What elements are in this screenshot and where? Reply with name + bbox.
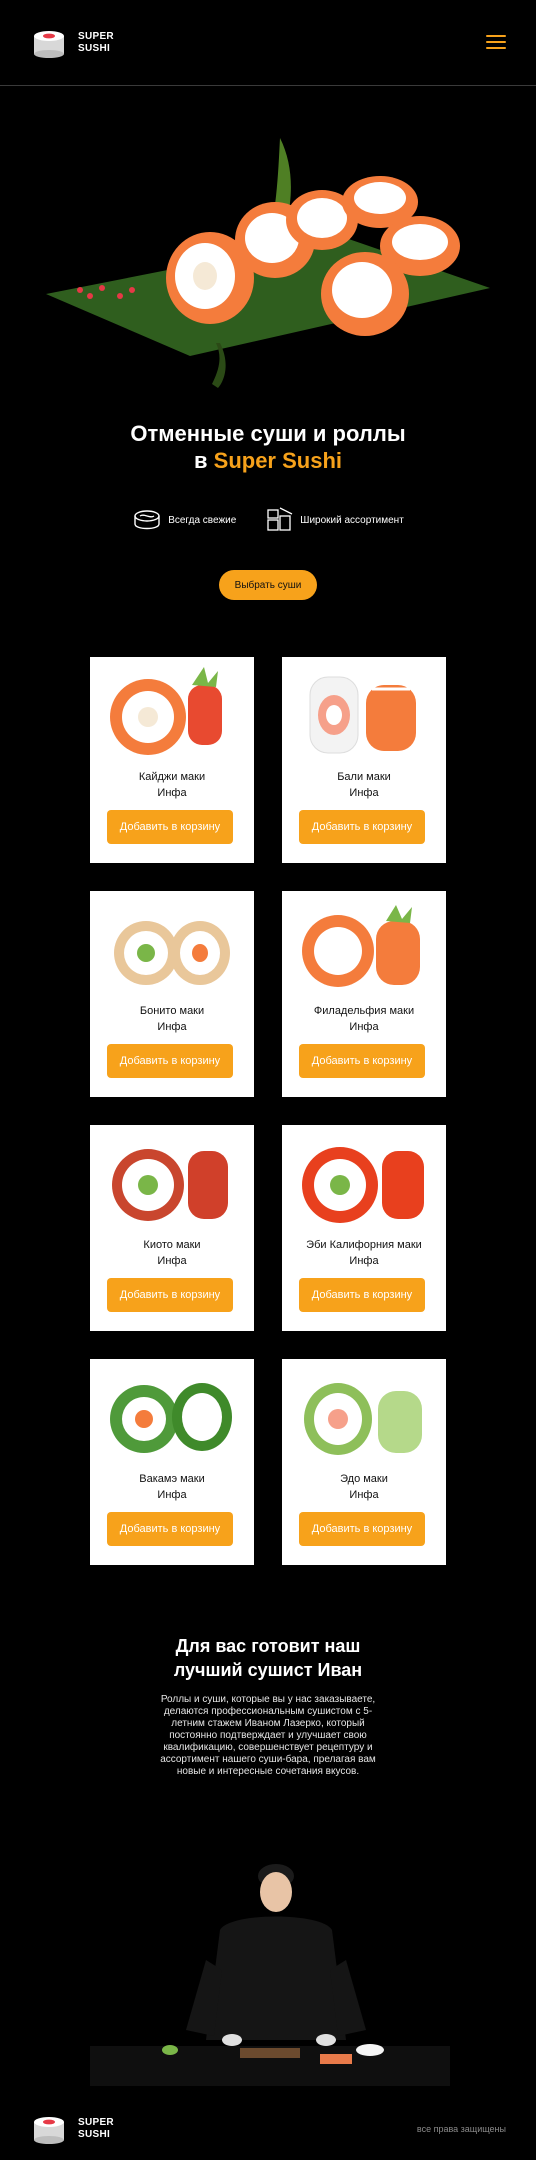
product-info: Инфа [157, 1021, 187, 1033]
footer-logo[interactable]: SUPER SUSHI [30, 2114, 114, 2144]
product-name: Филадельфия маки [313, 1005, 415, 1017]
feature-assortment: Широкий ассортимент [264, 506, 404, 534]
hero-title-line-1: Отменные суши и роллы [130, 421, 406, 446]
sushi-logo-icon [34, 31, 64, 58]
footer-logo-line-2: SUSHI [78, 2129, 111, 2140]
product-card-philadelphia: Филадельфия маки Инфа Добавить в корзину [282, 891, 446, 1097]
chef-title-line-2: лучший сушист Иван [173, 1660, 363, 1680]
hero-title-accent: Super Sushi [213, 448, 342, 473]
hero-title: Отменные суши и роллы в Super Sushi [0, 420, 536, 474]
add-to-cart-button[interactable]: Добавить в корзину [107, 810, 233, 844]
feature-fresh-label: Всегда свежие [168, 514, 237, 526]
product-info: Инфа [157, 787, 187, 799]
edo-maki-image [304, 1383, 422, 1455]
site-header: SUPER SUSHI [0, 0, 536, 86]
add-to-cart-button[interactable]: Добавить в корзину [299, 810, 425, 844]
add-to-cart-button[interactable]: Добавить в корзину [299, 1278, 425, 1312]
product-info: Инфа [349, 1255, 379, 1267]
logo[interactable]: SUPER SUSHI [30, 28, 114, 58]
product-card-bali: Бали маки Инфа Добавить в корзину [282, 657, 446, 863]
product-card-edo: Эдо маки Инфа Добавить в корзину [282, 1359, 446, 1565]
kyoto-maki-image [112, 1149, 228, 1221]
chef-description: Роллы и суши, которые вы у нас заказывае… [160, 1694, 376, 1777]
logo-line-2: SUSHI [78, 43, 111, 54]
product-name: Эдо маки [340, 1473, 388, 1485]
ebi-california-maki-image [302, 1147, 424, 1223]
sushi-logo-icon [34, 2117, 64, 2144]
philadelphia-maki-image [302, 905, 420, 987]
chef-photo [90, 1864, 450, 2086]
roll-icon [134, 510, 160, 530]
footer-logo-line-1: SUPER [78, 2117, 114, 2128]
choose-sushi-button[interactable]: Выбрать суши [219, 570, 317, 600]
product-name: Бали маки [337, 771, 391, 783]
product-name: Киото маки [143, 1239, 201, 1251]
features-list: Всегда свежие Широкий ассортимент [0, 506, 536, 534]
logo-text: SUPER SUSHI [78, 31, 114, 55]
product-card-kaiji: Кайджи маки Инфа Добавить в корзину [90, 657, 254, 863]
product-card-bonito: Бонито маки Инфа Добавить в корзину [90, 891, 254, 1097]
add-to-cart-button[interactable]: Добавить в корзину [299, 1044, 425, 1078]
bonito-maki-image [114, 921, 230, 985]
chef-section-title: Для вас готовит наш лучший сушист Иван [0, 1634, 536, 1682]
product-info: Инфа [349, 787, 379, 799]
chef-title-line-1: Для вас готовит наш [175, 1636, 361, 1656]
copyright-text: все права защищены [416, 2124, 506, 2134]
footer-logo-text: SUPER SUSHI [78, 2117, 114, 2141]
product-info: Инфа [349, 1489, 379, 1501]
bali-maki-image [309, 676, 416, 754]
add-to-cart-button[interactable]: Добавить в корзину [299, 1512, 425, 1546]
hero-sushi-image [46, 138, 490, 388]
add-to-cart-button[interactable]: Добавить в корзину [107, 1278, 233, 1312]
logo-line-1: SUPER [78, 31, 114, 42]
product-name: Кайджи маки [138, 771, 206, 783]
product-name: Вакамэ маки [139, 1473, 205, 1485]
kaiji-maki-image [110, 667, 222, 755]
product-card-ebi-california: Эби Калифорния маки Инфа Добавить в корз… [282, 1125, 446, 1331]
feature-assortment-label: Широкий ассортимент [300, 514, 404, 526]
add-to-cart-button[interactable]: Добавить в корзину [107, 1044, 233, 1078]
product-card-wakame: Вакамэ маки Инфа Добавить в корзину [90, 1359, 254, 1565]
product-info: Инфа [157, 1255, 187, 1267]
hero-title-prefix: в [193, 448, 208, 473]
product-name: Эби Калифорния маки [306, 1239, 422, 1251]
hero-title-line-2: в Super Sushi [0, 447, 536, 474]
wakame-maki-image [110, 1383, 232, 1453]
product-info: Инфа [349, 1021, 379, 1033]
product-info: Инфа [157, 1489, 187, 1501]
add-to-cart-button[interactable]: Добавить в корзину [107, 1512, 233, 1546]
feature-fresh: Всегда свежие [132, 506, 236, 534]
site-footer: SUPER SUSHI все права защищены [0, 2086, 536, 2160]
menu-burger-icon[interactable] [486, 35, 506, 49]
product-name: Бонито маки [139, 1005, 205, 1017]
product-card-kyoto: Киото маки Инфа Добавить в корзину [90, 1125, 254, 1331]
sushi-set-icon [267, 507, 293, 531]
